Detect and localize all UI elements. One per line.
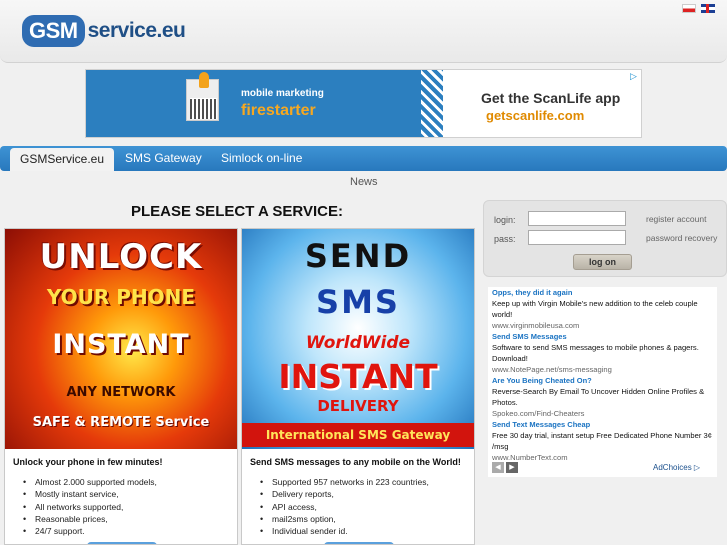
tab-simlock-online[interactable]: Simlock on-line bbox=[211, 146, 312, 171]
next-arrow-icon[interactable]: ▶ bbox=[506, 462, 518, 473]
qr-pattern bbox=[190, 99, 216, 119]
tab-sms-gateway[interactable]: SMS Gateway bbox=[115, 146, 212, 171]
page-title: PLEASE SELECT A SERVICE: bbox=[131, 203, 343, 220]
ad-item[interactable]: Send Text Messages Cheap Free 30 day tri… bbox=[492, 419, 714, 463]
unlock-img-line: UNLOCK bbox=[39, 237, 203, 277]
ad-url[interactable]: www.NotePage.net/sms-messaging bbox=[492, 364, 714, 375]
unlock-heading: Unlock your phone in few minutes! bbox=[13, 457, 163, 467]
ad-text: Free 30 day trial, instant setup Free De… bbox=[492, 431, 712, 451]
ad-title[interactable]: Send SMS Messages bbox=[492, 331, 714, 342]
unlock-img-line: ANY NETWORK bbox=[66, 385, 176, 400]
subnav-news[interactable]: News bbox=[350, 176, 378, 188]
sms-img-line: SEND bbox=[304, 237, 412, 275]
banner-tagline: mobile marketing bbox=[241, 88, 324, 99]
adchoices-link[interactable]: AdChoices ▷ bbox=[653, 463, 700, 472]
feature-item: Delivery reports, bbox=[250, 488, 429, 501]
feature-item: API access, bbox=[250, 501, 429, 514]
ad-text: Reverse-Search By Email To Uncover Hidde… bbox=[492, 387, 705, 407]
ad-item[interactable]: Opps, they did it again Keep up with Vir… bbox=[492, 287, 714, 331]
ad-url[interactable]: www.virginmobileusa.com bbox=[492, 320, 714, 331]
login-label: login: bbox=[494, 215, 516, 225]
ad-title[interactable]: Send Text Messages Cheap bbox=[492, 419, 714, 430]
language-switcher bbox=[682, 4, 715, 13]
main-nav: GSMService.eu SMS Gateway Simlock on-lin… bbox=[0, 146, 727, 171]
feature-item: Mostly instant service, bbox=[13, 488, 157, 501]
sms-service-card[interactable]: SEND SMS WorldWide INSTANT DELIVERY Inte… bbox=[241, 228, 475, 545]
pass-label: pass: bbox=[494, 234, 516, 244]
feature-item: 24/7 support. bbox=[13, 525, 157, 538]
ad-item[interactable]: Send SMS Messages Software to send SMS m… bbox=[492, 331, 714, 375]
feature-item: mail2sms option, bbox=[250, 513, 429, 526]
feature-item: Supported 957 networks in 223 countries, bbox=[250, 476, 429, 489]
feature-item: Reasonable prices, bbox=[13, 513, 157, 526]
password-recovery-link[interactable]: password recovery bbox=[646, 233, 717, 243]
prev-arrow-icon[interactable]: ◀ bbox=[492, 462, 504, 473]
logo-service: service.eu bbox=[87, 19, 186, 42]
sms-img-line: WorldWide bbox=[305, 333, 411, 353]
ad-url[interactable]: Spokeo.com/Find-Cheaters bbox=[492, 408, 714, 419]
banner-url: getscanlife.com bbox=[486, 108, 585, 123]
unlock-img-line: SAFE & REMOTE Service bbox=[32, 415, 210, 430]
banner-stripes bbox=[421, 70, 443, 137]
login-panel: login: register account pass: password r… bbox=[483, 200, 727, 277]
login-input[interactable] bbox=[528, 211, 626, 226]
rocket-icon bbox=[199, 72, 209, 88]
banner-brand: firestarter bbox=[241, 102, 316, 119]
ad-item[interactable]: Are You Being Cheated On? Reverse-Search… bbox=[492, 375, 714, 419]
sms-img-line: SMS bbox=[316, 283, 400, 321]
ad-text: Keep up with Virgin Mobile's new additio… bbox=[492, 299, 698, 319]
tab-gsmservice[interactable]: GSMService.eu bbox=[10, 148, 115, 171]
ad-title[interactable]: Are You Being Cheated On? bbox=[492, 375, 714, 386]
ad-title[interactable]: Opps, they did it again bbox=[492, 287, 714, 298]
polish-flag-icon[interactable] bbox=[682, 4, 696, 13]
logo-gsm: GSM bbox=[22, 15, 85, 47]
feature-item: All networks supported, bbox=[13, 501, 157, 514]
register-link[interactable]: register account bbox=[646, 214, 706, 224]
banner-ad[interactable]: mobile marketing firestarter Get the Sca… bbox=[85, 69, 642, 138]
sms-img-line: DELIVERY bbox=[317, 397, 399, 415]
sms-heading: Send SMS messages to any mobile on the W… bbox=[250, 457, 461, 467]
feature-item: Almost 2.000 supported models, bbox=[13, 476, 157, 489]
feature-item: Individual sender id. bbox=[250, 525, 429, 538]
sms-features: Supported 957 networks in 223 countries,… bbox=[250, 476, 429, 538]
adchoices-icon[interactable]: ▷ bbox=[630, 71, 640, 81]
unlock-img-line: YOUR PHONE bbox=[46, 285, 196, 309]
unlock-service-card[interactable]: UNLOCK YOUR PHONE INSTANT ANY NETWORK SA… bbox=[4, 228, 238, 545]
sms-img-line: INSTANT bbox=[278, 357, 438, 396]
english-flag-icon[interactable] bbox=[701, 4, 715, 13]
banner-cta: Get the ScanLife app bbox=[481, 90, 621, 106]
ad-url[interactable]: www.NumberText.com bbox=[492, 452, 714, 463]
unlock-banner-image[interactable]: UNLOCK YOUR PHONE INSTANT ANY NETWORK SA… bbox=[5, 229, 237, 449]
sms-img-line: International SMS Gateway bbox=[242, 423, 474, 447]
unlock-features: Almost 2.000 supported models, Mostly in… bbox=[13, 476, 157, 538]
ad-text: Software to send SMS messages to mobile … bbox=[492, 343, 699, 363]
password-input[interactable] bbox=[528, 230, 626, 245]
unlock-img-line: INSTANT bbox=[52, 329, 190, 360]
logon-button[interactable]: log on bbox=[573, 254, 632, 270]
text-ads: Opps, they did it again Keep up with Vir… bbox=[488, 287, 717, 477]
site-header: GSM service.eu bbox=[0, 0, 727, 63]
ad-pager: ◀ ▶ bbox=[492, 462, 518, 473]
sms-banner-image[interactable]: SEND SMS WorldWide INSTANT DELIVERY Inte… bbox=[242, 229, 474, 449]
site-logo[interactable]: GSM service.eu bbox=[22, 14, 186, 48]
